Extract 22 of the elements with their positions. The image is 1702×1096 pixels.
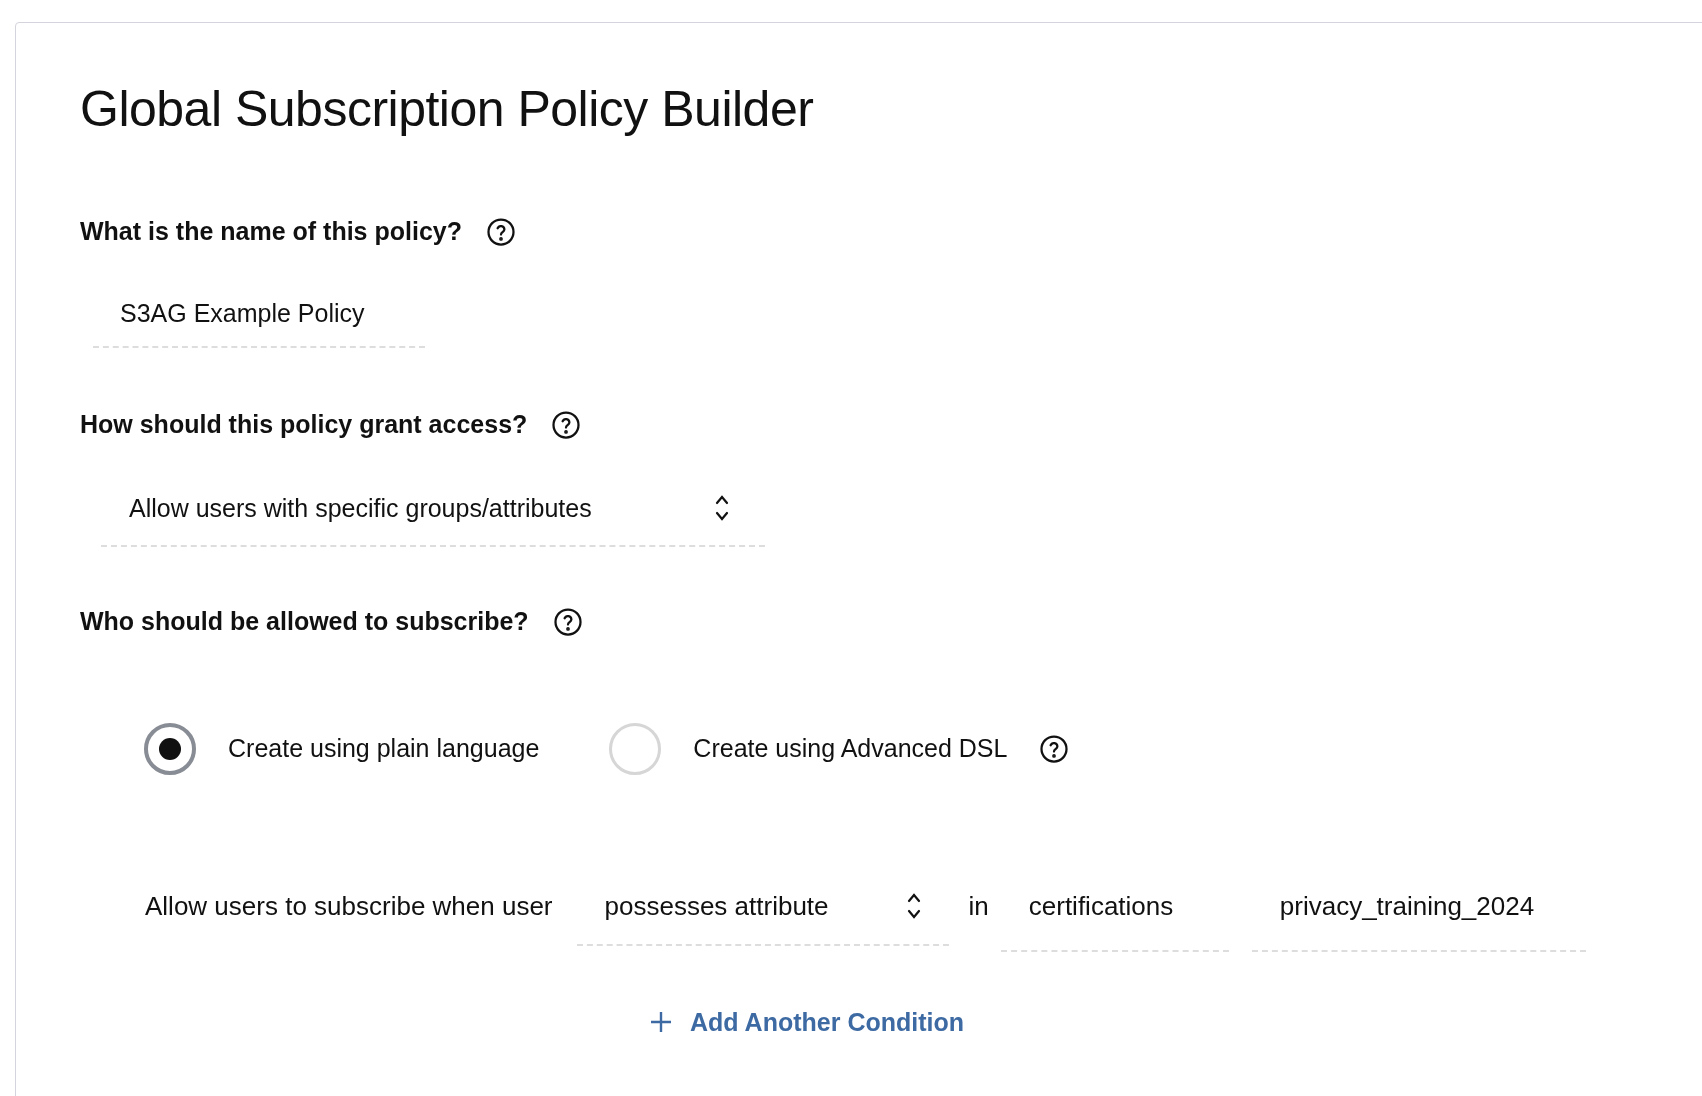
help-icon[interactable] xyxy=(1039,733,1070,764)
value-field[interactable]: privacy_training_2024 xyxy=(1251,886,1586,952)
radio-label[interactable]: Create using Advanced DSL xyxy=(693,729,1008,768)
condition-text: Allow users to subscribe when user xyxy=(145,889,553,923)
page-title: Global Subscription Policy Builder xyxy=(80,80,815,139)
add-condition-link[interactable]: Add Another Condition xyxy=(650,1003,964,1041)
chevron-icon xyxy=(715,494,729,523)
radio-label[interactable]: Create using plain language xyxy=(228,729,540,768)
question-label: What is the name of this policy? xyxy=(80,216,462,247)
name-field[interactable]: S3AG Example Policy xyxy=(93,294,425,348)
help-icon[interactable] xyxy=(486,216,516,247)
access-select[interactable]: Allow users with specific groups/attributes xyxy=(101,489,765,547)
help-icon[interactable] xyxy=(552,606,583,637)
attribute-field[interactable]: certifications xyxy=(1000,886,1229,952)
question-label: Who should be allowed to subscribe? xyxy=(80,606,529,637)
help-icon[interactable] xyxy=(551,409,582,440)
operator-select[interactable]: possesses attribute xyxy=(576,886,949,946)
radio-button[interactable] xyxy=(144,722,196,775)
question-label: How should this policy grant access? xyxy=(80,409,528,440)
plus-icon xyxy=(650,1011,672,1034)
chevron-icon xyxy=(906,892,921,920)
condition-text: in xyxy=(968,889,989,923)
